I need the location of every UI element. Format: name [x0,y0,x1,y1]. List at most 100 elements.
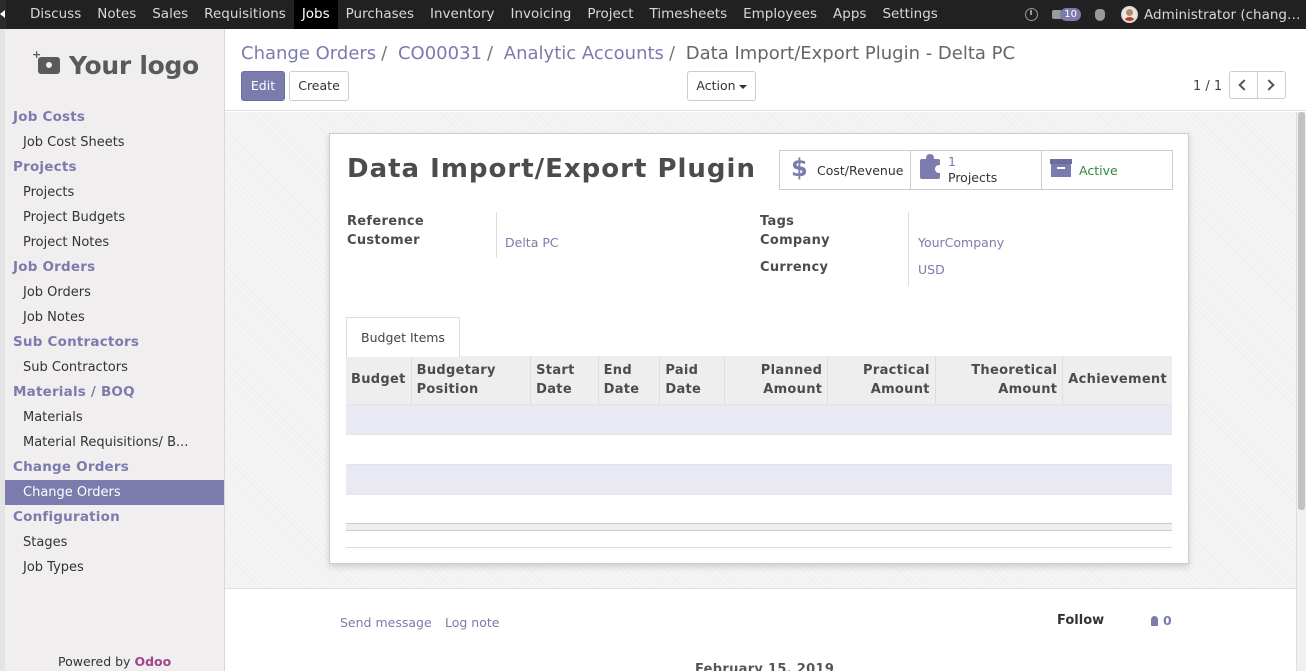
column-budget[interactable]: Budget [346,356,412,404]
sidebar-section-3: Sub Contractors [13,334,140,350]
edit-button[interactable]: Edit [241,71,285,101]
camera-icon [32,48,60,74]
sidebar-item-job-notes[interactable]: Job Notes [5,305,224,330]
menu-project[interactable]: Project [579,0,641,29]
chatter: Send message Log note Follow 0 February … [225,590,1296,671]
budget-items-table: Budget Budgetary Position Start Date End… [346,356,1172,524]
menu-purchases[interactable]: Purchases [338,0,422,29]
sidebar-item-job-orders[interactable]: Job Orders [5,280,224,305]
action-dropdown[interactable]: Action [687,71,756,101]
systray: 10 Administrator (chang… [1025,0,1306,29]
tab-budget-items[interactable]: Budget Items [346,317,460,357]
empty-row [346,463,1172,494]
user-avatar[interactable] [1121,6,1138,23]
activity-clock-icon[interactable] [1025,8,1039,21]
followers-count: 0 [1163,613,1172,628]
pager-value: 1 / 1 [1193,79,1223,94]
user-menu[interactable]: Administrator (chang… [1144,7,1306,23]
control-panel: Change Orders / CO00031/ Analytic Account… [225,29,1306,111]
record-title: Data Import/Export Plugin [347,154,756,184]
breadcrumb-current: Data Import/Export Plugin - Delta PC [685,43,1016,64]
empty-row [346,433,1172,464]
follow-button[interactable]: Follow [1057,613,1104,628]
sidebar-item-project-budgets[interactable]: Project Budgets [5,205,224,230]
scrollbar-thumb[interactable] [1298,112,1305,510]
puzzle-icon [920,154,943,179]
sidebar-nav: Job Costs Job Cost Sheets Projects Projects… [5,105,224,580]
column-paid-date[interactable]: Paid Date [659,356,725,404]
breadcrumb-item-co[interactable]: CO00031 [398,43,482,64]
sidebar-item-job-cost-sheets[interactable]: Job Cost Sheets [5,130,224,155]
sidebar: Your logo Job Costs Job Cost Sheets Projec… [0,29,225,671]
breadcrumb-separator: / [381,43,388,64]
projects-label: Projects [948,170,998,185]
menu-discuss[interactable]: Discuss [22,0,89,29]
sidebar-item-materials[interactable]: Materials [5,405,224,430]
user-icon [1151,616,1158,626]
chevron-right-icon [1263,79,1275,91]
active-toggle-button[interactable]: Active [1042,151,1172,189]
breadcrumb-item-change-orders[interactable]: Change Orders [241,43,376,64]
sidebar-item-change-orders[interactable]: Change Orders [5,480,224,505]
customer-value[interactable]: Delta PC [505,235,559,250]
menu-inventory[interactable]: Inventory [422,0,502,29]
company-logo[interactable]: Your logo [32,48,199,80]
column-practical-amount[interactable]: Practical Amount [827,356,936,404]
form-sheet: Data Import/Export Plugin $ Cost/Revenue… [329,133,1189,564]
breadcrumb-item-analytic-accounts[interactable]: Analytic Accounts [504,43,664,64]
create-button[interactable]: Create [289,71,349,101]
currency-label: Currency [760,260,829,275]
archive-icon [1050,159,1072,177]
sidebar-item-material-requisitions-b[interactable]: Material Requisitions/ B... [5,430,224,455]
sidebar-toggle-icon[interactable] [0,0,6,29]
sidebar-item-project-notes[interactable]: Project Notes [5,230,224,255]
menu-timesheets[interactable]: Timesheets [642,0,736,29]
send-message-link[interactable]: Send message [340,615,432,630]
company-value[interactable]: YourCompany [918,235,1004,250]
field-divider [496,212,497,258]
main-menu: Discuss Notes Sales Requisitions Jobs Purchas… [22,0,946,29]
projects-button[interactable]: 1 Projects [911,151,1042,189]
empty-cell [346,403,1172,434]
odoo-link[interactable]: Odoo [134,654,171,669]
column-achievement[interactable]: Achievement [1062,356,1172,404]
empty-cell [346,493,1172,524]
menu-settings[interactable]: Settings [874,0,945,29]
menu-jobs[interactable]: Jobs [293,0,338,29]
column-planned-amount[interactable]: Planned Amount [723,356,828,404]
column-theoretical-amount[interactable]: Theoretical Amount [934,356,1063,404]
column-start-date[interactable]: Start Date [530,356,599,404]
messages-button[interactable]: 10 [1052,8,1081,21]
message-count-badge: 10 [1060,8,1081,21]
currency-value[interactable]: USD [918,262,945,277]
sidebar-section-1: Projects [13,159,77,175]
column-end-date[interactable]: End Date [597,356,660,404]
log-note-link[interactable]: Log note [445,615,499,630]
menu-employees[interactable]: Employees [735,0,825,29]
column-budgetary-position[interactable]: Budgetary Position [410,356,531,404]
menu-requisitions[interactable]: Requisitions [196,0,294,29]
powered-by: Powered by Odoo [58,654,171,669]
form-view: Data Import/Export Plugin $ Cost/Revenue… [225,112,1296,589]
tags-label: Tags [760,214,795,229]
dollar-icon: $ [791,154,808,182]
sidebar-item-sub-contractors[interactable]: Sub Contractors [5,355,224,380]
menu-apps[interactable]: Apps [825,0,874,29]
company-label: Company [760,233,830,248]
followers-button[interactable]: 0 [1151,613,1172,628]
sidebar-item-job-types[interactable]: Job Types [5,555,224,580]
cost-revenue-button[interactable]: $ Cost/Revenue [780,151,911,189]
menu-sales[interactable]: Sales [144,0,196,29]
empty-row [346,493,1172,524]
pager-next-button[interactable] [1257,71,1286,99]
debug-bug-icon[interactable] [1095,8,1105,21]
sidebar-section-0: Job Costs [13,109,86,125]
powered-by-label: Powered by [58,654,131,669]
sidebar-item-projects[interactable]: Projects [5,180,224,205]
date-separator: February 15, 2019 [695,662,835,671]
pager-previous-button[interactable] [1229,71,1258,99]
scrollbar[interactable] [1296,112,1306,671]
menu-invoicing[interactable]: Invoicing [502,0,579,29]
sidebar-item-stages[interactable]: Stages [5,530,224,555]
menu-notes[interactable]: Notes [89,0,144,29]
